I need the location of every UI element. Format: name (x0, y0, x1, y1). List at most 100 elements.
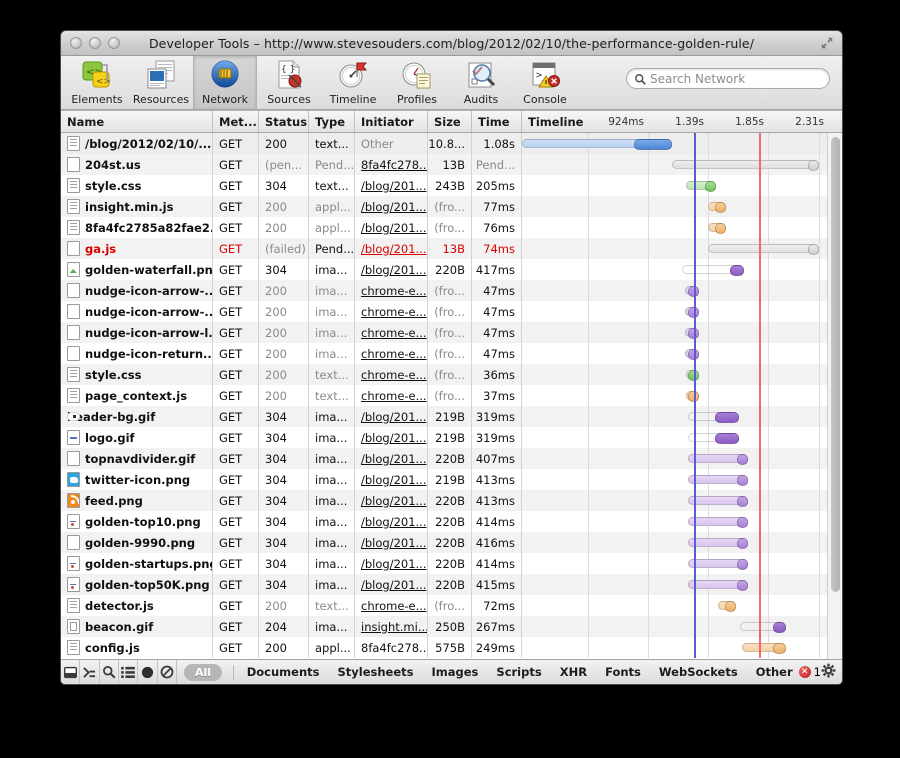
waterfall-bar[interactable] (718, 601, 736, 612)
initiator-link[interactable]: /blog/201... (361, 179, 427, 193)
waterfall-bar[interactable] (688, 559, 748, 570)
cell-name[interactable]: /blog/2012/02/10/... (61, 133, 213, 154)
table-row[interactable]: golden-startups.png GET 304 ima... /blog/201… (61, 553, 842, 574)
initiator-link[interactable]: /blog/201... (361, 473, 427, 487)
expand-icon[interactable] (820, 36, 834, 50)
cell-initiator[interactable]: /blog/201... (355, 532, 428, 553)
waterfall-bar[interactable] (742, 643, 786, 654)
tab-network[interactable]: Network (193, 56, 257, 109)
table-row[interactable]: ga.js GET (failed) Pend... /blog/201... 13B 74… (61, 238, 842, 259)
waterfall-bar[interactable] (708, 244, 819, 255)
cell-initiator[interactable]: /blog/201... (355, 511, 428, 532)
initiator-link[interactable]: /blog/201... (361, 200, 427, 214)
table-row[interactable]: config.js GET 200 appl... 8fa4fc278... 575B 24… (61, 637, 842, 658)
tab-sources[interactable]: { } Sources (257, 56, 321, 109)
cell-name[interactable]: nudge-icon-arrow-... (61, 301, 213, 322)
cell-initiator[interactable]: /blog/201... (355, 427, 428, 448)
tab-timeline[interactable]: Timeline (321, 56, 385, 109)
table-row[interactable]: beacon.gif GET 204 ima... insight.mi... 250B 2… (61, 616, 842, 637)
cell-initiator[interactable]: /blog/201... (355, 175, 428, 196)
cell-initiator[interactable]: chrome-e... (355, 364, 428, 385)
waterfall-bar[interactable] (708, 202, 726, 213)
table-row[interactable]: insight.min.js GET 200 appl... /blog/201...(… (61, 196, 842, 217)
gear-icon[interactable] (821, 663, 836, 681)
tab-console[interactable]: >_ Console (513, 56, 577, 109)
panel-toolbar[interactable]: <> <> Elements Resources (61, 56, 842, 110)
column-header-size[interactable]: Size (428, 111, 472, 132)
filter-images[interactable]: Images (423, 665, 488, 679)
initiator-link[interactable]: /blog/201... (361, 431, 427, 445)
waterfall-bar[interactable] (686, 391, 699, 402)
initiator-link[interactable]: chrome-e... (361, 305, 427, 319)
table-row[interactable]: 204st.us GET (pen... Pend... 8fa4fc278... 13B… (61, 154, 842, 175)
table-row[interactable]: golden-top10.png GET 304 ima... /blog/201...… (61, 511, 842, 532)
waterfall-bar[interactable] (688, 454, 748, 465)
initiator-link[interactable]: chrome-e... (361, 368, 427, 382)
initiator-link[interactable]: /blog/201... (361, 557, 427, 571)
cell-initiator[interactable]: chrome-e... (355, 301, 428, 322)
cell-name[interactable]: header-bg.gif (61, 406, 213, 427)
initiator-link[interactable]: /blog/201... (361, 452, 427, 466)
initiator-link[interactable]: /blog/201... (361, 536, 427, 550)
column-header-type[interactable]: Type (309, 111, 355, 132)
cell-name[interactable]: golden-top10.png (61, 511, 213, 532)
cell-name[interactable]: golden-waterfall.png (61, 259, 213, 280)
cell-name[interactable]: golden-9990.png (61, 532, 213, 553)
close-button[interactable] (70, 37, 82, 49)
record-icon[interactable] (138, 660, 158, 684)
minimize-button[interactable] (89, 37, 101, 49)
filter-all[interactable]: All (183, 663, 223, 681)
table-row[interactable]: golden-top50K.png GET 304 ima... /blog/201..… (61, 574, 842, 595)
column-header-name[interactable]: Name (61, 111, 213, 132)
cell-name[interactable]: nudge-icon-arrow-l... (61, 322, 213, 343)
cell-name[interactable]: beacon.gif (61, 616, 213, 637)
filter-other[interactable]: Other (747, 665, 795, 679)
initiator-link[interactable]: chrome-e... (361, 389, 427, 403)
cell-name[interactable]: ga.js (61, 238, 213, 259)
waterfall-bar[interactable] (685, 328, 699, 339)
cell-initiator[interactable]: /blog/201... (355, 259, 428, 280)
cell-name[interactable]: insight.min.js (61, 196, 213, 217)
cell-name[interactable]: nudge-icon-return... (61, 343, 213, 364)
search-input[interactable]: Search Network (626, 68, 830, 89)
table-row[interactable]: nudge-icon-arrow-... GET 200 ima... chrome-e… (61, 280, 842, 301)
table-row[interactable]: 8fa4fc2785a82fae2... GET 200 appl... /blog/2… (61, 217, 842, 238)
cell-name[interactable]: feed.png (61, 490, 213, 511)
column-header-time[interactable]: Time (472, 111, 522, 132)
filter-xhr[interactable]: XHR (551, 665, 596, 679)
vertical-scrollbar[interactable] (827, 133, 842, 659)
cell-name[interactable]: nudge-icon-arrow-... (61, 280, 213, 301)
waterfall-bar[interactable] (740, 622, 786, 633)
waterfall-bar[interactable] (688, 475, 748, 486)
initiator-link[interactable]: 8fa4fc278... (361, 158, 427, 172)
filter-websockets[interactable]: WebSockets (650, 665, 747, 679)
dock-icon[interactable] (61, 660, 81, 684)
table-row[interactable]: nudge-icon-return... GET 200 ima... chrome-e… (61, 343, 842, 364)
list-icon[interactable] (119, 660, 139, 684)
waterfall-bar[interactable] (688, 580, 748, 591)
cell-name[interactable]: page_context.js (61, 385, 213, 406)
tab-resources[interactable]: Resources (129, 56, 193, 109)
cell-name[interactable]: style.css (61, 175, 213, 196)
filter-documents[interactable]: Documents (238, 665, 329, 679)
initiator-link[interactable]: /blog/201... (361, 515, 427, 529)
cell-name[interactable]: topnavdivider.gif (61, 448, 213, 469)
search-icon[interactable] (100, 660, 119, 684)
initiator-link[interactable]: chrome-e... (361, 326, 427, 340)
table-row[interactable]: feed.png GET 304 ima... /blog/201... 220B 413m… (61, 490, 842, 511)
cell-initiator[interactable]: 8fa4fc278... (355, 154, 428, 175)
cell-name[interactable]: logo.gif (61, 427, 213, 448)
waterfall-bar[interactable] (682, 265, 744, 276)
table-row[interactable]: /blog/2012/02/10/... GET 200 text... Other 10… (61, 133, 842, 154)
cell-initiator[interactable]: /blog/201... (355, 469, 428, 490)
cell-initiator[interactable]: chrome-e... (355, 595, 428, 616)
cell-initiator[interactable]: chrome-e... (355, 385, 428, 406)
tab-elements[interactable]: <> <> Elements (65, 56, 129, 109)
cell-initiator[interactable]: /blog/201... (355, 196, 428, 217)
initiator-link[interactable]: insight.mi... (361, 620, 427, 634)
column-header-initiator[interactable]: Initiator (355, 111, 428, 132)
initiator-link[interactable]: /blog/201... (361, 242, 427, 256)
tab-audits[interactable]: Audits (449, 56, 513, 109)
cell-initiator[interactable]: /blog/201... (355, 406, 428, 427)
clear-icon[interactable] (158, 660, 177, 684)
